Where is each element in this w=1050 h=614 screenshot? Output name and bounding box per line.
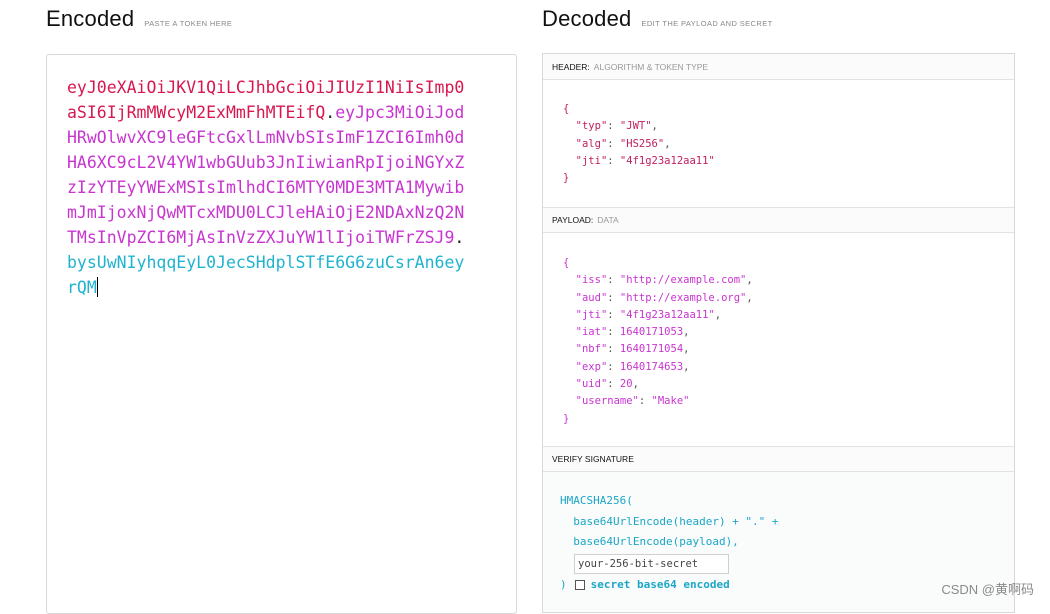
token-signature-part: bysUwNIyhqqEyL0JecSHdplSTfE6G6zuCsrAn6ey… [67,253,465,297]
decoded-panel: HEADER: ALGORITHM & TOKEN TYPE { "typ": … [542,53,1015,613]
header-label: HEADER: [552,61,590,72]
verify-line: base64UrlEncode(header) + "." + [560,514,779,528]
header-desc: ALGORITHM & TOKEN TYPE [593,61,709,72]
verify-close-paren: ) [560,578,567,591]
secret-base64-checkbox[interactable] [574,579,585,590]
secret-input[interactable]: your-256-bit-secret [574,554,729,574]
payload-aud-value: http://example.org [626,291,741,304]
verify-line: HMACSHA256( [560,494,633,507]
token-payload-part: eyJpc3MiOiJodHRwOlwvXC9leGFtcGxlLmNvbSIs… [67,103,465,247]
payload-section-title: PAYLOAD: DATA [543,207,1014,233]
watermark-text: CSDN @黄啊码 [941,582,1034,597]
payload-iss-value: http://example.com [626,274,741,287]
verify-code: HMACSHA256( base64UrlEncode(header) + ".… [560,491,779,553]
secret-base64-row: ) secret base64 encoded [560,578,730,591]
header-typ-value: JWT [626,120,646,133]
header-jti-value: 4f1g23a12aa11 [626,154,709,167]
secret-base64-label[interactable]: secret base64 encoded [591,578,730,591]
verify-label: VERIFY SIGNATURE [552,454,634,464]
payload-uid-value: 20 [619,378,633,391]
token-separator: . [454,228,465,247]
payload-json-editor[interactable]: { "iss": "http://example.com", "aud": "h… [563,255,753,428]
verify-line: base64UrlEncode(payload), [560,535,739,548]
header-json-editor[interactable]: { "typ": "JWT", "alg": "HS256", "jti": "… [563,101,715,187]
encoded-heading: Encoded PASTE A TOKEN HERE [46,6,232,32]
decoded-heading: Decoded EDIT THE PAYLOAD AND SECRET [542,6,773,32]
decoded-subtitle: EDIT THE PAYLOAD AND SECRET [641,19,773,28]
token-separator: . [325,103,336,122]
payload-exp-value: 1640174653 [619,360,684,373]
header-alg-value: HS256 [626,137,658,150]
payload-nbf-value: 1640171054 [619,343,684,356]
decoded-title: Decoded [542,6,632,31]
payload-desc: DATA [597,215,619,225]
header-section-title: HEADER: ALGORITHM & TOKEN TYPE [543,54,1014,80]
payload-label: PAYLOAD: [552,215,594,225]
token-text: eyJ0eXAiOiJKV1QiLCJhbGciOiJIUzI1NiIsImp0… [67,75,467,300]
payload-iat-value: 1640171053 [619,326,684,339]
payload-jti-value: 4f1g23a12aa11 [626,308,709,321]
encoded-title: Encoded [46,6,135,31]
encoded-subtitle: PASTE A TOKEN HERE [144,19,233,28]
text-cursor [96,277,98,297]
encoded-token-textarea[interactable]: eyJ0eXAiOiJKV1QiLCJhbGciOiJIUzI1NiIsImp0… [46,54,517,614]
payload-username-value: Make [657,395,684,408]
verify-section-title: VERIFY SIGNATURE [543,446,1014,472]
